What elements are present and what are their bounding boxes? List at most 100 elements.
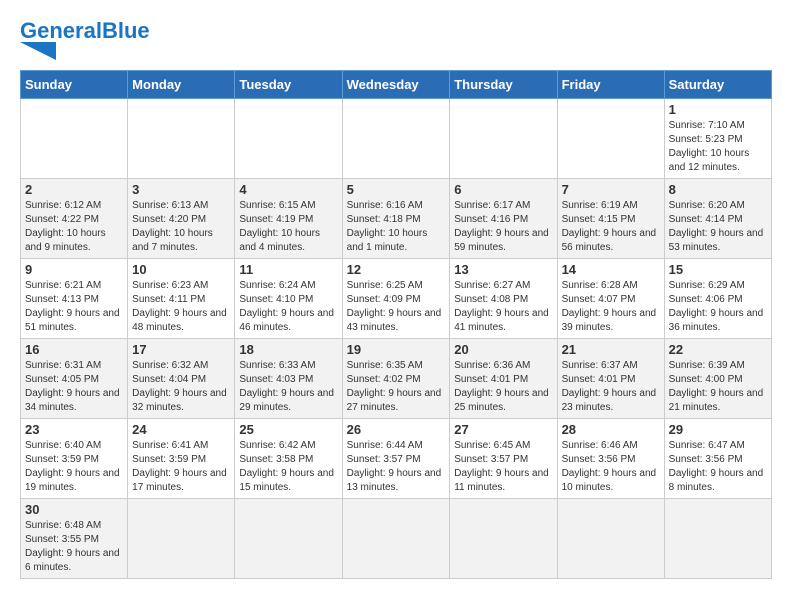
day-info: Sunrise: 6:20 AM Sunset: 4:14 PM Dayligh… xyxy=(669,199,767,255)
day-cell: 26 Sunrise: 6:44 AM Sunset: 3:57 PM Dayli… xyxy=(342,419,450,499)
day-cell: 29 Sunrise: 6:47 AM Sunset: 3:56 PM Dayli… xyxy=(664,419,771,499)
day-cell: 10 Sunrise: 6:23 AM Sunset: 4:11 PM Dayli… xyxy=(128,259,235,339)
day-info: Sunrise: 6:45 AM Sunset: 3:57 PM Dayligh… xyxy=(454,439,552,495)
day-cell xyxy=(235,99,342,179)
day-cell: 20Sunrise: 6:36 AM Sunset: 4:01 PM Dayli… xyxy=(450,339,557,419)
day-cell: 25 Sunrise: 6:42 AM Sunset: 3:58 PM Dayli… xyxy=(235,419,342,499)
day-number: 5 xyxy=(347,182,446,197)
day-info: Sunrise: 6:35 AM Sunset: 4:02 PM Dayligh… xyxy=(347,359,446,415)
day-number: 27 xyxy=(454,422,552,437)
day-header-wednesday: Wednesday xyxy=(342,71,450,99)
day-header-tuesday: Tuesday xyxy=(235,71,342,99)
day-number: 14 xyxy=(562,262,660,277)
day-cell: 14 Sunrise: 6:28 AM Sunset: 4:07 PM Dayli… xyxy=(557,259,664,339)
day-cell: 3 Sunrise: 6:13 AM Sunset: 4:20 PM Daylig… xyxy=(128,179,235,259)
logo-icon xyxy=(20,42,56,60)
day-info: Sunrise: 6:37 AM Sunset: 4:01 PM Dayligh… xyxy=(562,359,660,415)
day-cell: 4Sunrise: 6:15 AM Sunset: 4:19 PM Daylig… xyxy=(235,179,342,259)
week-row-6: 30 Sunrise: 6:48 AM Sunset: 3:55 PM Dayli… xyxy=(21,499,772,579)
day-cell xyxy=(21,99,128,179)
day-number: 15 xyxy=(669,262,767,277)
day-cell xyxy=(128,99,235,179)
day-info: Sunrise: 6:47 AM Sunset: 3:56 PM Dayligh… xyxy=(669,439,767,495)
day-number: 3 xyxy=(132,182,230,197)
day-info: Sunrise: 6:44 AM Sunset: 3:57 PM Dayligh… xyxy=(347,439,446,495)
day-number: 25 xyxy=(239,422,337,437)
day-cell: 28Sunrise: 6:46 AM Sunset: 3:56 PM Dayli… xyxy=(557,419,664,499)
day-info: Sunrise: 6:12 AM Sunset: 4:22 PM Dayligh… xyxy=(25,199,123,255)
day-cell: 6Sunrise: 6:17 AM Sunset: 4:16 PM Daylig… xyxy=(450,179,557,259)
day-cell xyxy=(450,499,557,579)
day-number: 17 xyxy=(132,342,230,357)
day-cell: 12Sunrise: 6:25 AM Sunset: 4:09 PM Dayli… xyxy=(342,259,450,339)
day-info: Sunrise: 6:39 AM Sunset: 4:00 PM Dayligh… xyxy=(669,359,767,415)
day-number: 9 xyxy=(25,262,123,277)
header: GeneralBlue xyxy=(20,20,772,60)
day-number: 16 xyxy=(25,342,123,357)
day-cell: 1 Sunrise: 7:10 AM Sunset: 5:23 PM Daylig… xyxy=(664,99,771,179)
day-info: Sunrise: 6:13 AM Sunset: 4:20 PM Dayligh… xyxy=(132,199,230,255)
day-cell xyxy=(557,99,664,179)
day-number: 2 xyxy=(25,182,123,197)
week-row-1: 1 Sunrise: 7:10 AM Sunset: 5:23 PM Daylig… xyxy=(21,99,772,179)
day-number: 1 xyxy=(669,102,767,117)
day-number: 7 xyxy=(562,182,660,197)
day-number: 30 xyxy=(25,502,123,517)
week-row-5: 23 Sunrise: 6:40 AM Sunset: 3:59 PM Dayli… xyxy=(21,419,772,499)
day-info: Sunrise: 6:32 AM Sunset: 4:04 PM Dayligh… xyxy=(132,359,230,415)
day-number: 10 xyxy=(132,262,230,277)
day-info: Sunrise: 6:41 AM Sunset: 3:59 PM Dayligh… xyxy=(132,439,230,495)
day-number: 11 xyxy=(239,262,337,277)
logo-text: GeneralBlue xyxy=(20,20,150,42)
day-info: Sunrise: 6:16 AM Sunset: 4:18 PM Dayligh… xyxy=(347,199,446,255)
day-cell xyxy=(664,499,771,579)
day-info: Sunrise: 6:40 AM Sunset: 3:59 PM Dayligh… xyxy=(25,439,123,495)
day-cell xyxy=(342,99,450,179)
day-info: Sunrise: 7:10 AM Sunset: 5:23 PM Dayligh… xyxy=(669,119,767,175)
day-info: Sunrise: 6:31 AM Sunset: 4:05 PM Dayligh… xyxy=(25,359,123,415)
day-cell xyxy=(342,499,450,579)
day-number: 26 xyxy=(347,422,446,437)
day-number: 21 xyxy=(562,342,660,357)
day-info: Sunrise: 6:24 AM Sunset: 4:10 PM Dayligh… xyxy=(239,279,337,335)
day-info: Sunrise: 6:23 AM Sunset: 4:11 PM Dayligh… xyxy=(132,279,230,335)
day-cell xyxy=(450,99,557,179)
day-number: 23 xyxy=(25,422,123,437)
day-cell: 13Sunrise: 6:27 AM Sunset: 4:08 PM Dayli… xyxy=(450,259,557,339)
day-cell: 7Sunrise: 6:19 AM Sunset: 4:15 PM Daylig… xyxy=(557,179,664,259)
day-number: 4 xyxy=(239,182,337,197)
day-number: 8 xyxy=(669,182,767,197)
day-cell: 11 Sunrise: 6:24 AM Sunset: 4:10 PM Dayli… xyxy=(235,259,342,339)
day-info: Sunrise: 6:29 AM Sunset: 4:06 PM Dayligh… xyxy=(669,279,767,335)
day-cell: 15 Sunrise: 6:29 AM Sunset: 4:06 PM Dayli… xyxy=(664,259,771,339)
day-number: 24 xyxy=(132,422,230,437)
day-header-monday: Monday xyxy=(128,71,235,99)
days-header-row: SundayMondayTuesdayWednesdayThursdayFrid… xyxy=(21,71,772,99)
day-cell: 9Sunrise: 6:21 AM Sunset: 4:13 PM Daylig… xyxy=(21,259,128,339)
logo-general: General xyxy=(20,18,102,43)
day-info: Sunrise: 6:28 AM Sunset: 4:07 PM Dayligh… xyxy=(562,279,660,335)
day-header-saturday: Saturday xyxy=(664,71,771,99)
day-cell: 24 Sunrise: 6:41 AM Sunset: 3:59 PM Dayli… xyxy=(128,419,235,499)
day-number: 18 xyxy=(239,342,337,357)
day-cell: 8 Sunrise: 6:20 AM Sunset: 4:14 PM Daylig… xyxy=(664,179,771,259)
day-cell: 2 Sunrise: 6:12 AM Sunset: 4:22 PM Daylig… xyxy=(21,179,128,259)
day-header-sunday: Sunday xyxy=(21,71,128,99)
day-info: Sunrise: 6:42 AM Sunset: 3:58 PM Dayligh… xyxy=(239,439,337,495)
day-number: 29 xyxy=(669,422,767,437)
day-header-friday: Friday xyxy=(557,71,664,99)
day-cell: 23 Sunrise: 6:40 AM Sunset: 3:59 PM Dayli… xyxy=(21,419,128,499)
day-cell: 22Sunrise: 6:39 AM Sunset: 4:00 PM Dayli… xyxy=(664,339,771,419)
day-number: 19 xyxy=(347,342,446,357)
day-number: 20 xyxy=(454,342,552,357)
day-info: Sunrise: 6:48 AM Sunset: 3:55 PM Dayligh… xyxy=(25,519,123,575)
week-row-3: 9Sunrise: 6:21 AM Sunset: 4:13 PM Daylig… xyxy=(21,259,772,339)
day-cell: 17 Sunrise: 6:32 AM Sunset: 4:04 PM Dayli… xyxy=(128,339,235,419)
day-info: Sunrise: 6:33 AM Sunset: 4:03 PM Dayligh… xyxy=(239,359,337,415)
day-info: Sunrise: 6:25 AM Sunset: 4:09 PM Dayligh… xyxy=(347,279,446,335)
day-number: 28 xyxy=(562,422,660,437)
day-cell: 19 Sunrise: 6:35 AM Sunset: 4:02 PM Dayli… xyxy=(342,339,450,419)
day-cell: 30 Sunrise: 6:48 AM Sunset: 3:55 PM Dayli… xyxy=(21,499,128,579)
day-cell xyxy=(235,499,342,579)
day-number: 6 xyxy=(454,182,552,197)
